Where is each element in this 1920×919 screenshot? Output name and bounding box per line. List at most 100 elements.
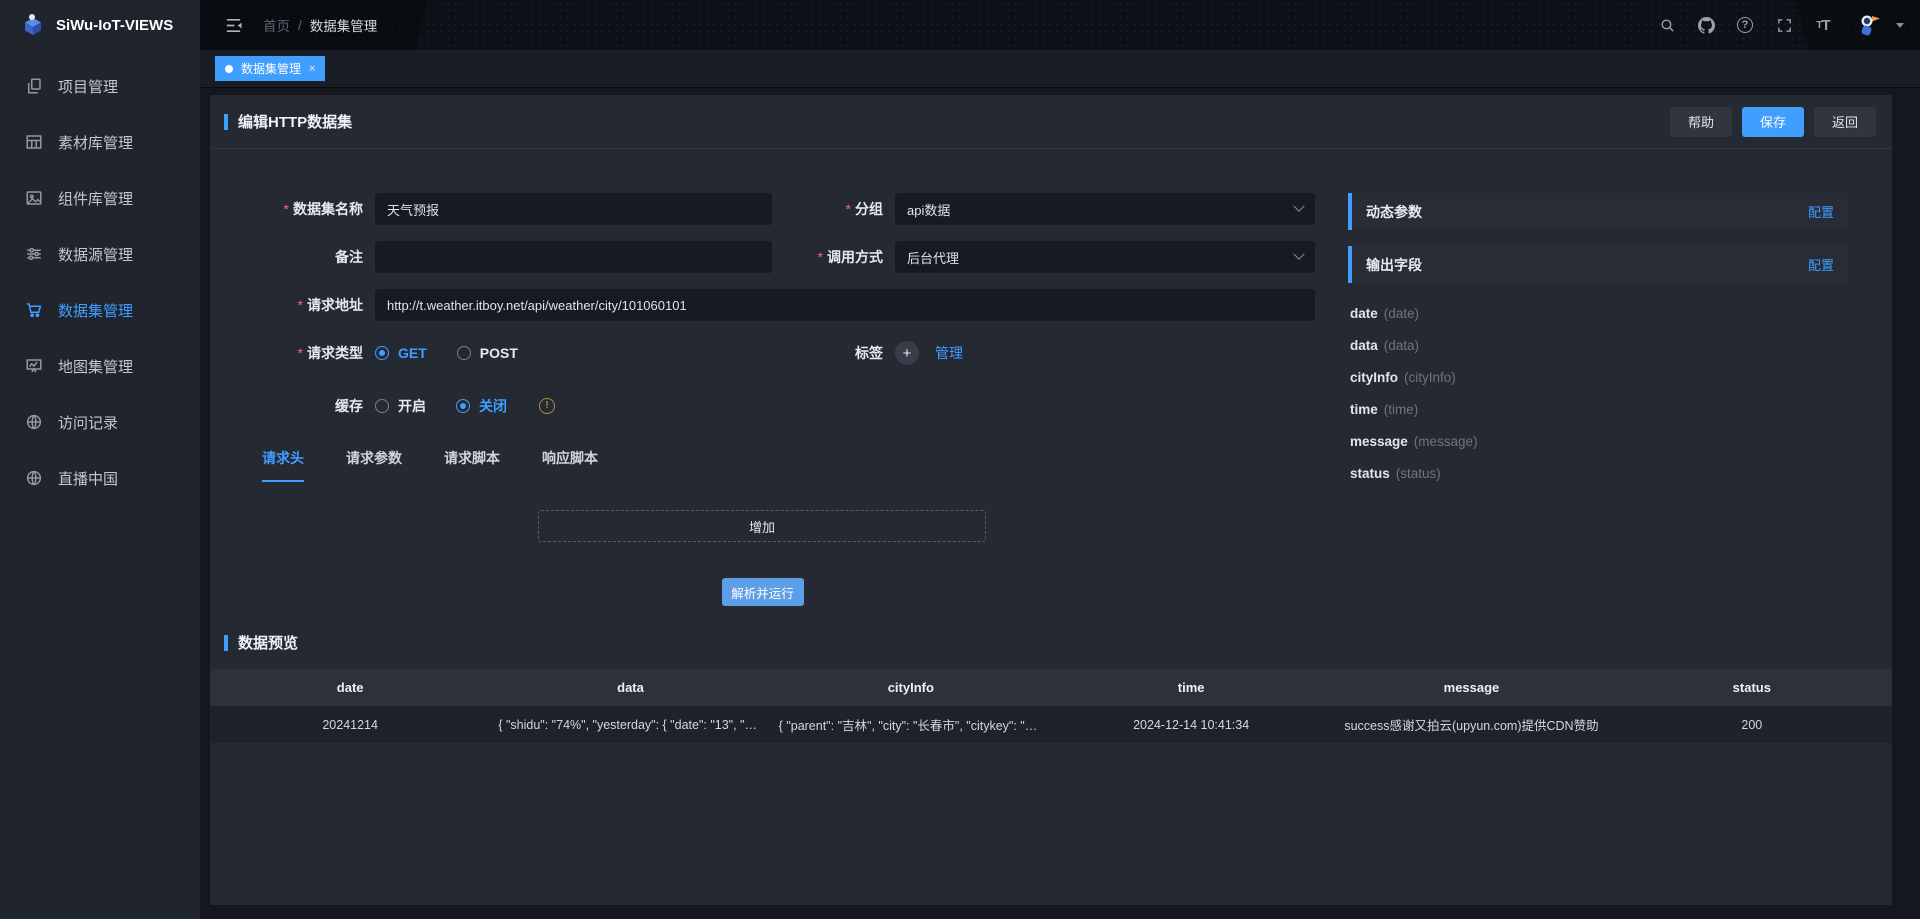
- chevron-down-icon: [1293, 201, 1304, 212]
- help-button[interactable]: 帮助: [1670, 107, 1732, 137]
- output-field-item: status (status): [1350, 457, 1848, 489]
- help-icon[interactable]: ?: [1736, 16, 1754, 34]
- group-select[interactable]: api数据: [895, 193, 1315, 225]
- dynamic-params-header: 动态参数 配置: [1348, 193, 1848, 230]
- output-fields-config-link[interactable]: 配置: [1808, 255, 1834, 274]
- edit-dataset-card: 编辑HTTP数据集 帮助 保存 返回 数据集名称: [210, 95, 1892, 905]
- output-field-item: time (time): [1350, 393, 1848, 425]
- output-fields-title: 输出字段: [1366, 255, 1422, 275]
- form-row-2: 备注 调用方式 后台代理: [210, 241, 1348, 273]
- field-name: status: [1350, 466, 1390, 481]
- remark-label: 备注: [210, 241, 375, 273]
- back-button[interactable]: 返回: [1814, 107, 1876, 137]
- sidebar-item-records[interactable]: 访问记录: [0, 394, 200, 450]
- tab-close-icon[interactable]: ×: [309, 63, 315, 75]
- dynamic-params-config-link[interactable]: 配置: [1808, 202, 1834, 221]
- tab-request-script[interactable]: 请求脚本: [444, 448, 500, 482]
- field-alias: (cityInfo): [1404, 370, 1456, 385]
- cell-cityinfo: { "parent": "吉林", "city": "长春市", "cityke…: [771, 706, 1051, 743]
- column-header: time: [1051, 669, 1331, 706]
- app-root: SiWu-IoT-VIEWS 项目管理 素材库管理 组件库管理: [0, 0, 1920, 919]
- tab-active-dot: [225, 65, 233, 73]
- preview-title-row: 数据预览: [210, 632, 1892, 653]
- manage-tags-link[interactable]: 管理: [935, 337, 963, 369]
- request-tabs: 请求头 请求参数 请求脚本 响应脚本: [262, 448, 1348, 482]
- radio-circle-icon: [375, 399, 389, 413]
- logo: SiWu-IoT-VIEWS: [0, 0, 200, 50]
- fullscreen-icon[interactable]: [1775, 16, 1793, 34]
- header-actions: 帮助 保存 返回: [1670, 107, 1876, 137]
- invoke-mode-select-value: 后台代理: [907, 248, 959, 267]
- invoke-mode-label: 调用方式: [780, 241, 895, 273]
- sidebar-item-label: 素材库管理: [58, 132, 133, 153]
- dataset-name-input[interactable]: [375, 193, 772, 225]
- title-accent-bar: [224, 114, 228, 130]
- right-panel: 动态参数 配置 输出字段 配置 date (date): [1348, 193, 1848, 606]
- tab-response-script[interactable]: 响应脚本: [542, 448, 598, 482]
- dataset-cart-icon: [25, 301, 43, 319]
- preview-title: 数据预览: [238, 632, 298, 653]
- avatar[interactable]: [1853, 10, 1883, 40]
- parse-and-run-button[interactable]: 解析并运行: [722, 578, 804, 606]
- cell-data: { "shidu": "74%", "yesterday": { "date":…: [490, 706, 770, 743]
- breadcrumb-home[interactable]: 首页: [263, 15, 290, 35]
- sidebar-menu: 项目管理 素材库管理 组件库管理 数据源管理: [0, 50, 200, 506]
- field-alias: (data): [1384, 338, 1419, 353]
- radio-cache-off[interactable]: 关闭: [456, 390, 507, 422]
- preview-header-row: date data cityInfo time message status: [210, 669, 1892, 706]
- field-name: message: [1350, 434, 1408, 449]
- request-type-label: 请求类型: [210, 337, 375, 369]
- font-size-icon[interactable]: TT: [1814, 16, 1832, 34]
- caret-down-icon[interactable]: [1896, 23, 1904, 28]
- sidebar-item-component[interactable]: 组件库管理: [0, 170, 200, 226]
- radio-cache-on-label: 开启: [398, 390, 426, 422]
- radio-get-label: GET: [398, 337, 427, 369]
- sidebar-item-dataset[interactable]: 数据集管理: [0, 282, 200, 338]
- menu-fold-icon[interactable]: [224, 16, 243, 35]
- sidebar-item-label: 数据源管理: [58, 244, 133, 265]
- save-button[interactable]: 保存: [1742, 107, 1804, 137]
- sidebar-item-live[interactable]: 直播中国: [0, 450, 200, 506]
- add-header-button[interactable]: 增加: [538, 510, 986, 542]
- request-url-label: 请求地址: [210, 289, 375, 321]
- cache-radio-group: 开启 关闭 !: [375, 390, 555, 422]
- cache-label: 缓存: [210, 390, 375, 422]
- sidebar-item-datasource[interactable]: 数据源管理: [0, 226, 200, 282]
- radio-post[interactable]: POST: [457, 337, 518, 369]
- sidebar-item-mapset[interactable]: 地图集管理: [0, 338, 200, 394]
- request-type-radio-group: GET POST: [375, 337, 548, 369]
- group-select-value: api数据: [907, 200, 950, 219]
- tags-label: 标签: [780, 337, 895, 369]
- request-url-input[interactable]: [375, 289, 1315, 321]
- cell-time: 2024-12-14 10:41:34: [1051, 706, 1331, 743]
- sidebar: SiWu-IoT-VIEWS 项目管理 素材库管理 组件库管理: [0, 0, 200, 919]
- radio-cache-on[interactable]: 开启: [375, 390, 426, 422]
- dataset-name-label: 数据集名称: [210, 193, 375, 225]
- card-body: 数据集名称 分组 api数据: [210, 149, 1892, 606]
- tab-request-params[interactable]: 请求参数: [346, 448, 402, 482]
- remark-input[interactable]: [375, 241, 772, 273]
- github-icon[interactable]: [1697, 16, 1715, 34]
- topbar: 首页 / 数据集管理 ? TT: [200, 0, 1920, 50]
- cell-date: 20241214: [210, 706, 490, 743]
- tab-dataset-management[interactable]: 数据集管理 ×: [215, 56, 325, 81]
- preview-table: date data cityInfo time message status 2…: [210, 669, 1892, 743]
- main-area: 首页 / 数据集管理 ? TT: [200, 0, 1920, 919]
- column-header: date: [210, 669, 490, 706]
- column-header: cityInfo: [771, 669, 1051, 706]
- tab-strip: 数据集管理 ×: [200, 50, 1920, 88]
- form-row-5: 缓存 开启 关闭 !: [210, 390, 1348, 422]
- title-accent-bar: [224, 635, 228, 651]
- field-alias: (message): [1414, 434, 1478, 449]
- sidebar-item-project[interactable]: 项目管理: [0, 58, 200, 114]
- content: 编辑HTTP数据集 帮助 保存 返回 数据集名称: [200, 88, 1920, 919]
- add-tag-button[interactable]: +: [895, 341, 919, 365]
- invoke-mode-select[interactable]: 后台代理: [895, 241, 1315, 273]
- sidebar-item-label: 组件库管理: [58, 188, 133, 209]
- sidebar-item-material[interactable]: 素材库管理: [0, 114, 200, 170]
- radio-get[interactable]: GET: [375, 337, 427, 369]
- tab-request-headers[interactable]: 请求头: [262, 448, 304, 482]
- radio-circle-icon: [375, 346, 389, 360]
- search-icon[interactable]: [1658, 16, 1676, 34]
- records-globe-icon: [25, 413, 43, 431]
